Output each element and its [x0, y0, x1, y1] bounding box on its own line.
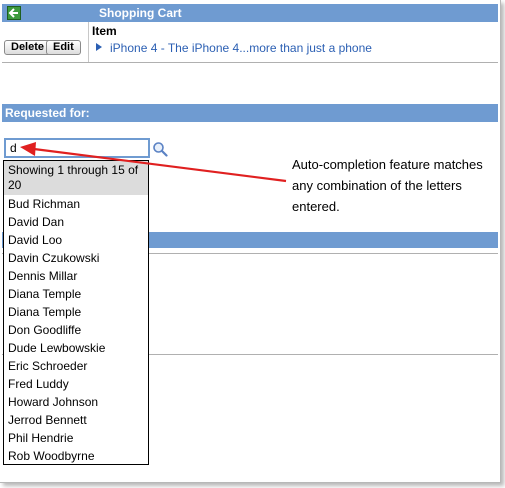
requested-for-title: Requested for: — [5, 106, 90, 120]
annotation-text: Auto-completion feature matches any comb… — [292, 157, 483, 214]
dropdown-option[interactable]: David Loo — [4, 231, 148, 249]
cart-item-text: iPhone 4 - The iPhone 4...more than just… — [110, 41, 372, 55]
dropdown-option[interactable]: Don Goodliffe — [4, 321, 148, 339]
dropdown-option[interactable]: Eric Schroeder — [4, 357, 148, 375]
dropdown-option[interactable]: Fred Luddy — [4, 375, 148, 393]
dropdown-list: Bud Richman David Dan David Loo Davin Cz… — [4, 195, 148, 465]
requested-for-header: Requested for: — [2, 104, 498, 122]
cart-item-link[interactable]: iPhone 4 - The iPhone 4...more than just… — [96, 41, 372, 55]
dropdown-option[interactable]: Dude Lewbowskie — [4, 339, 148, 357]
item-column-header: Item — [92, 24, 117, 38]
dropdown-option[interactable]: Bud Richman — [4, 195, 148, 213]
shopping-cart-header: Shopping Cart — [2, 4, 498, 22]
column-divider — [88, 22, 89, 62]
autocomplete-dropdown: Showing 1 through 15 of 20 Bud Richman D… — [3, 160, 149, 465]
delete-button[interactable]: Delete — [4, 40, 52, 55]
dropdown-option[interactable]: David Dan — [4, 213, 148, 231]
dropdown-option[interactable]: Jerrod Bennett — [4, 411, 148, 429]
dropdown-option[interactable]: Howard Johnson — [4, 393, 148, 411]
edit-button[interactable]: Edit — [46, 40, 81, 55]
requested-for-input[interactable] — [4, 138, 150, 158]
dropdown-option[interactable]: Davin Czukowski — [4, 249, 148, 267]
dropdown-option[interactable]: Rob Woodbyrne — [4, 447, 148, 465]
dropdown-results-count: Showing 1 through 15 of 20 — [4, 161, 148, 195]
shopping-cart-title: Shopping Cart — [99, 6, 182, 20]
page-frame: Shopping Cart Item Delete Edit iPhone 4 … — [0, 0, 501, 483]
dropdown-option[interactable]: Phil Hendrie — [4, 429, 148, 447]
back-icon[interactable] — [7, 6, 21, 20]
dropdown-option[interactable]: Dennis Millar — [4, 267, 148, 285]
cart-divider — [2, 62, 498, 63]
dropdown-option[interactable]: Diana Temple — [4, 285, 148, 303]
triangle-bullet-icon — [96, 43, 102, 51]
magnifier-icon[interactable] — [152, 141, 168, 157]
dropdown-option[interactable]: Diana Temple — [4, 303, 148, 321]
